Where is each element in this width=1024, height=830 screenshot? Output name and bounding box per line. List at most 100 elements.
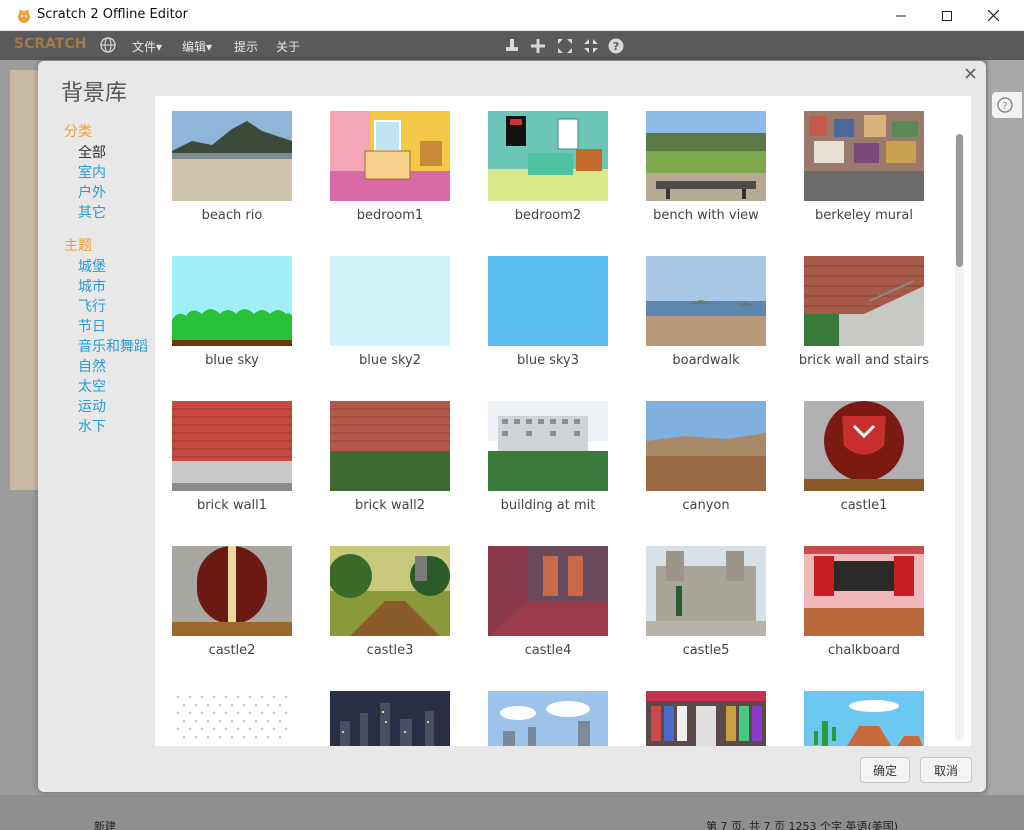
dialog-title: 背景库 — [61, 81, 128, 106]
close-icon — [964, 68, 976, 79]
backdrop-item[interactable]: brick wall1 — [155, 401, 313, 546]
backdrop-item[interactable]: beach rio — [155, 111, 313, 256]
menu-tips[interactable]: 提示 — [234, 38, 258, 55]
backdrop-item[interactable]: castle5 — [629, 546, 787, 691]
bottom-left-label: 新建 — [94, 820, 116, 830]
grid-scrollbar[interactable] — [955, 134, 964, 740]
help-circle-icon: ? — [997, 97, 1013, 113]
backdrop-thumbnail — [804, 111, 924, 201]
grow-icon[interactable] — [556, 37, 574, 55]
theme-underwater[interactable]: 水下 — [64, 417, 164, 437]
category-all[interactable]: 全部 — [64, 143, 164, 163]
backdrop-thumbnail — [804, 546, 924, 636]
backdrop-item[interactable] — [787, 691, 945, 746]
backdrop-grid-panel: beach rio bedroom1 bedroom2 bench with view… — [155, 96, 971, 746]
close-icon — [987, 10, 999, 21]
backdrop-thumbnail — [646, 546, 766, 636]
backdrop-thumbnail — [172, 546, 292, 636]
backdrop-item[interactable]: castle3 — [313, 546, 471, 691]
category-other[interactable]: 其它 — [64, 203, 164, 223]
status-bar-text: 第 7 页, 共 7 页 1253 个字 英语(美国) — [706, 820, 899, 830]
scratch-cat-icon — [18, 9, 30, 23]
backdrop-thumbnail — [172, 111, 292, 201]
cut-icon[interactable] — [529, 37, 547, 55]
theme-nature[interactable]: 自然 — [64, 357, 164, 377]
help-tab[interactable]: ? — [992, 92, 1022, 118]
backdrop-label: beach rio — [201, 208, 263, 223]
theme-sports[interactable]: 运动 — [64, 397, 164, 417]
backdrop-thumbnail — [172, 256, 292, 346]
svg-text:?: ? — [613, 40, 619, 53]
theme-space[interactable]: 太空 — [64, 377, 164, 397]
backdrop-thumbnail — [804, 256, 924, 346]
theme-holiday[interactable]: 节日 — [64, 317, 164, 337]
scrollbar-thumb[interactable] — [956, 134, 963, 267]
backdrop-item[interactable]: castle4 — [471, 546, 629, 691]
backdrop-item[interactable]: blue sky2 — [313, 256, 471, 401]
close-dialog-button[interactable] — [963, 67, 977, 81]
backdrop-label: bedroom1 — [356, 208, 424, 223]
backdrop-thumbnail — [488, 111, 608, 201]
backdrop-item[interactable]: bedroom1 — [313, 111, 471, 256]
library-sidebar: 分类 全部 室内 户外 其它 主题 城堡 城市 飞行 节日 音乐和舞蹈 自然 太… — [64, 121, 164, 437]
theme-city[interactable]: 城市 — [64, 277, 164, 297]
backdrop-thumbnail — [330, 401, 450, 491]
backdrop-library-dialog: 背景库 分类 全部 室内 户外 其它 主题 城堡 城市 飞行 节日 音乐和舞蹈 … — [38, 61, 986, 792]
minimize-button[interactable] — [878, 0, 924, 31]
backdrop-label: castle2 — [208, 643, 256, 658]
backdrop-item[interactable]: canyon — [629, 401, 787, 546]
svg-text:?: ? — [1002, 101, 1007, 112]
backdrop-item[interactable] — [471, 691, 629, 746]
backdrop-thumbnail — [172, 691, 292, 746]
ok-button[interactable]: 确定 — [860, 757, 910, 783]
backdrop-item[interactable] — [313, 691, 471, 746]
backdrop-item[interactable]: brick wall and stairs — [787, 256, 945, 401]
theme-music-dance[interactable]: 音乐和舞蹈 — [64, 337, 164, 357]
backdrop-item[interactable]: blue sky — [155, 256, 313, 401]
backdrop-item[interactable]: bench with view — [629, 111, 787, 256]
cancel-button[interactable]: 取消 — [920, 757, 972, 783]
backdrop-label: blue sky3 — [516, 353, 580, 368]
shrink-icon[interactable] — [582, 37, 600, 55]
backdrop-item[interactable]: building at mit — [471, 401, 629, 546]
stage-preview — [10, 70, 40, 490]
scratch-menubar: SCRATCH 文件▾ 编辑▾ 提示 关于 ? — [0, 31, 1024, 60]
menu-file[interactable]: 文件▾ — [132, 38, 162, 55]
maximize-icon — [942, 10, 952, 21]
backdrop-item[interactable]: blue sky3 — [471, 256, 629, 401]
window-titlebar: Scratch 2 Offline Editor — [0, 0, 1024, 31]
theme-castle[interactable]: 城堡 — [64, 257, 164, 277]
backdrop-label: brick wall2 — [354, 498, 426, 513]
help-icon[interactable]: ? — [607, 37, 625, 55]
scratch-logo: SCRATCH — [14, 36, 87, 52]
globe-icon[interactable] — [99, 36, 117, 54]
menu-about[interactable]: 关于 — [276, 38, 300, 55]
backdrop-item[interactable]: castle2 — [155, 546, 313, 691]
backdrop-item[interactable]: boardwalk — [629, 256, 787, 401]
close-window-button[interactable] — [970, 0, 1016, 31]
backdrop-thumbnail — [804, 401, 924, 491]
maximize-button[interactable] — [924, 0, 970, 31]
backdrop-item[interactable]: brick wall2 — [313, 401, 471, 546]
theme-flying[interactable]: 飞行 — [64, 297, 164, 317]
backdrop-item[interactable]: chalkboard — [787, 546, 945, 691]
backdrop-label: brick wall1 — [196, 498, 268, 513]
backdrop-label: blue sky — [205, 353, 259, 368]
themes-heading: 主题 — [64, 238, 92, 254]
backdrop-item[interactable]: berkeley mural — [787, 111, 945, 256]
backdrop-thumbnail — [488, 546, 608, 636]
backdrop-item[interactable] — [629, 691, 787, 746]
backdrop-label: blue sky2 — [358, 353, 422, 368]
category-outdoors[interactable]: 户外 — [64, 183, 164, 203]
window-title: Scratch 2 Offline Editor — [37, 7, 188, 22]
menu-edit[interactable]: 编辑▾ — [182, 38, 212, 55]
category-indoors[interactable]: 室内 — [64, 163, 164, 183]
minimize-icon — [896, 15, 906, 16]
backdrop-item[interactable]: castle1 — [787, 401, 945, 546]
stamp-icon[interactable] — [503, 37, 521, 55]
backdrop-thumbnail — [330, 691, 450, 746]
backdrop-item[interactable] — [155, 691, 313, 746]
backdrop-thumbnail — [330, 546, 450, 636]
scripts-area — [988, 60, 1024, 830]
backdrop-item[interactable]: bedroom2 — [471, 111, 629, 256]
